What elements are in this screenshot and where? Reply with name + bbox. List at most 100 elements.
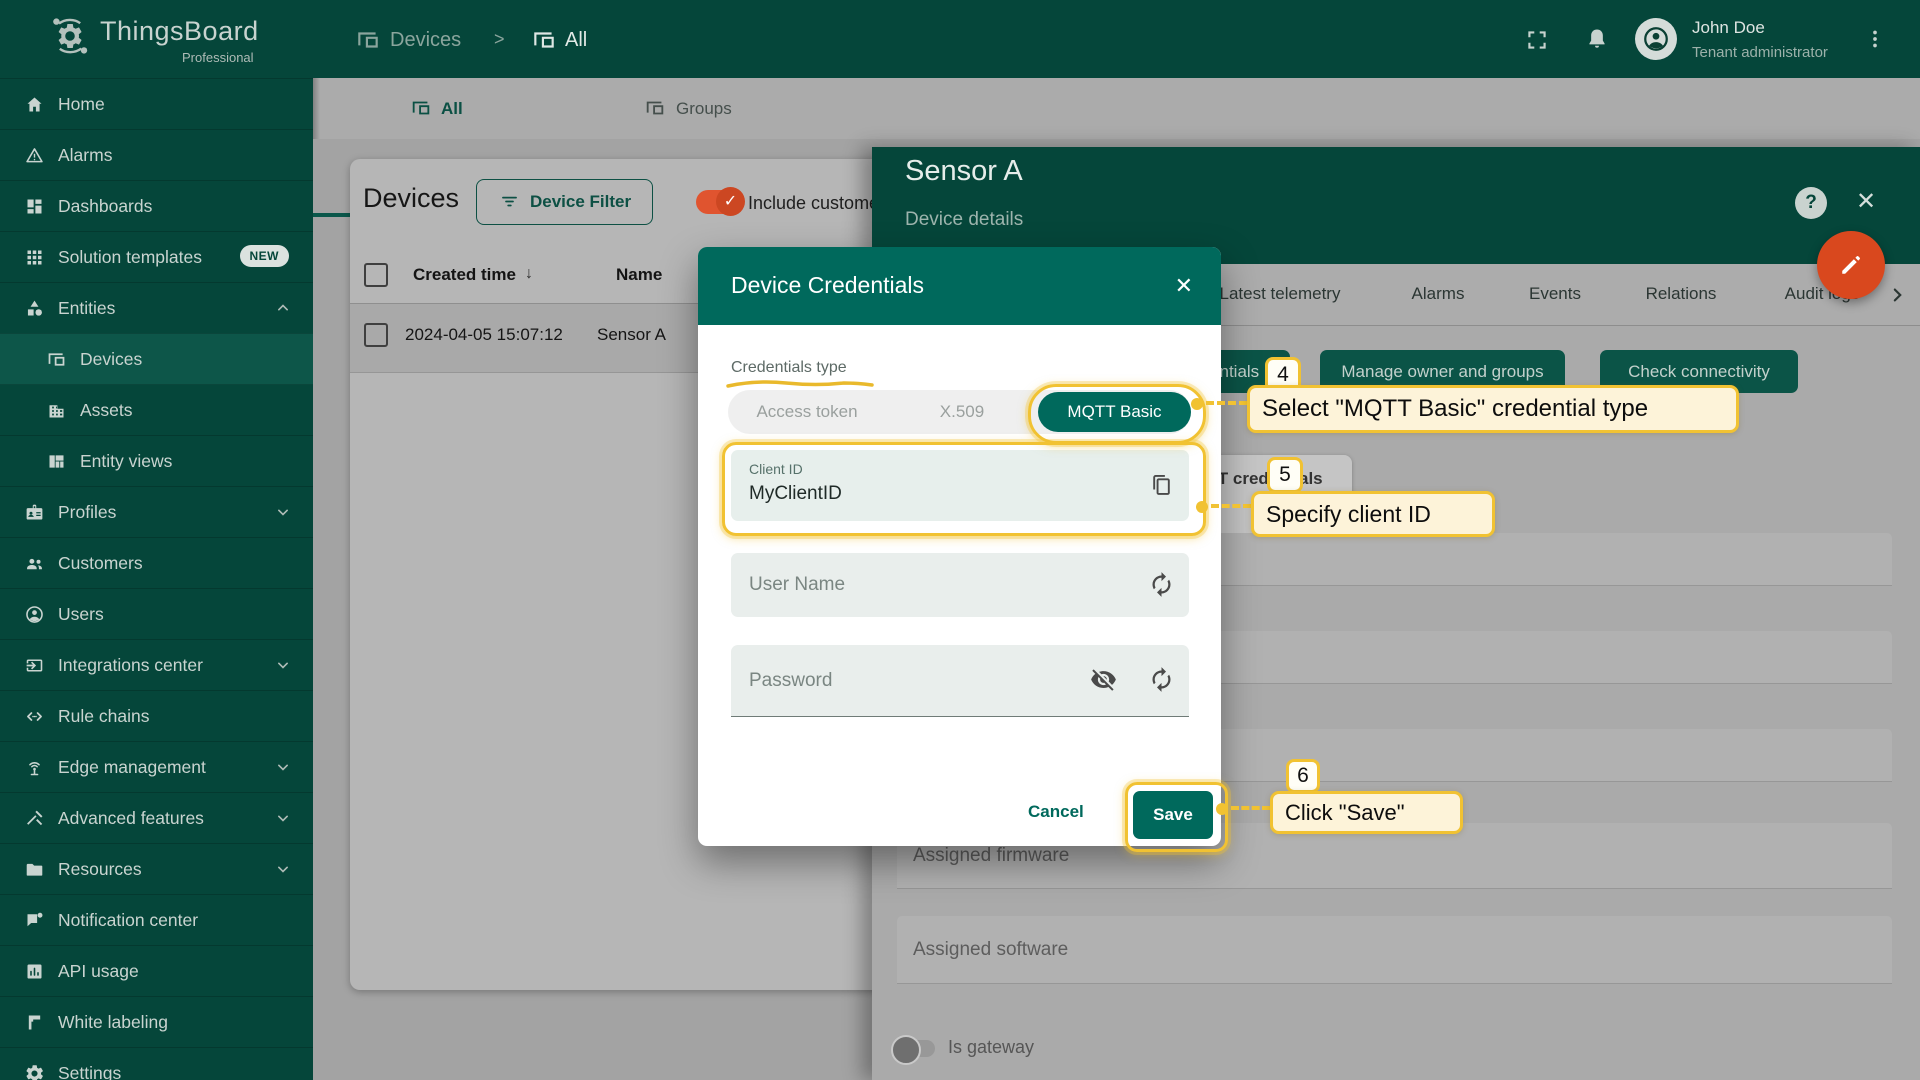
shapes-icon: [24, 298, 45, 319]
sidebar-item-users[interactable]: Users: [0, 588, 313, 640]
field-label: Assigned firmware: [913, 845, 1069, 867]
sidebar-item-alarms[interactable]: Alarms: [0, 129, 313, 181]
avatar[interactable]: [1635, 18, 1677, 60]
sidebar-item-entities[interactable]: Entities: [0, 282, 313, 334]
client-id-input[interactable]: [749, 483, 1129, 505]
dashboard-icon: [24, 196, 45, 217]
bell-icon[interactable]: [1584, 26, 1610, 52]
more-vert-icon[interactable]: [1862, 26, 1888, 52]
breadcrumb-all[interactable]: All: [565, 29, 587, 52]
select-all-checkbox[interactable]: [364, 263, 388, 287]
chevron-down-icon: [273, 757, 293, 777]
chevron-down-icon: [273, 655, 293, 675]
sidebar-item-resources[interactable]: Resources: [0, 843, 313, 895]
save-button[interactable]: Save: [1133, 791, 1213, 839]
sidebar-item-entity-views[interactable]: Entity views: [0, 435, 313, 487]
home-icon: [24, 94, 45, 115]
dialog-header: Device Credentials ✕: [698, 247, 1221, 325]
panel-tab-events[interactable]: Events: [1529, 284, 1581, 304]
breadcrumb-devices[interactable]: Devices: [390, 29, 461, 52]
quilt-icon: [46, 451, 67, 472]
sidebar-item-dashboards[interactable]: Dashboards: [0, 180, 313, 232]
row-checkbox[interactable]: [364, 323, 388, 347]
sidebar-item-label: Entity views: [80, 451, 172, 472]
assigned-software-field[interactable]: Assigned software: [897, 916, 1892, 984]
device-filter-button[interactable]: Device Filter: [476, 179, 653, 225]
username-field[interactable]: [731, 553, 1189, 617]
notification-icon: [24, 910, 45, 931]
credential-type-access-token[interactable]: Access token: [728, 390, 886, 434]
folder-icon: [24, 859, 45, 880]
refresh-icon[interactable]: [1148, 571, 1175, 598]
sidebar-item-integrations-center[interactable]: Integrations center: [0, 639, 313, 691]
client-id-field[interactable]: Client ID: [731, 450, 1189, 521]
cancel-button[interactable]: Cancel: [1028, 802, 1084, 822]
sidebar-item-label: Profiles: [58, 502, 116, 523]
people-icon: [24, 553, 45, 574]
sidebar-item-solution-templates[interactable]: Solution templatesNEW: [0, 231, 313, 283]
sidebar-item-customers[interactable]: Customers: [0, 537, 313, 589]
chevron-down-icon: [273, 808, 293, 828]
sidebar-item-label: Advanced features: [58, 808, 204, 829]
eye-off-icon[interactable]: [1090, 666, 1117, 693]
is-gateway-toggle-thumb[interactable]: [891, 1035, 921, 1065]
devices-card-title: Devices: [363, 183, 459, 214]
username-input[interactable]: [749, 553, 1079, 617]
input-icon: [24, 655, 45, 676]
column-name[interactable]: Name: [616, 265, 662, 285]
sidebar-item-settings[interactable]: Settings: [0, 1047, 313, 1080]
device-filter-label: Device Filter: [530, 192, 631, 212]
tab-all[interactable]: All: [313, 78, 564, 139]
sidebar-item-white-labeling[interactable]: White labeling: [0, 996, 313, 1048]
badge-icon: [24, 502, 45, 523]
sidebar-item-devices[interactable]: Devices: [0, 333, 313, 385]
chevron-right-icon[interactable]: [1884, 282, 1910, 308]
sidebar-item-rule-chains[interactable]: Rule chains: [0, 690, 313, 742]
tab-all-label: All: [441, 99, 463, 119]
cell-created-time: 2024-04-05 15:07:12: [405, 325, 563, 345]
client-id-label: Client ID: [749, 461, 803, 477]
close-icon[interactable]: ✕: [1856, 187, 1876, 216]
panel-tab-relations[interactable]: Relations: [1646, 284, 1717, 304]
credential-type-x-509[interactable]: X.509: [886, 390, 1038, 434]
sidebar-item-home[interactable]: Home: [0, 78, 313, 130]
sidebar-item-api-usage[interactable]: API usage: [0, 945, 313, 997]
sidebar-item-label: Devices: [80, 349, 142, 370]
sidebar-item-label: Assets: [80, 400, 133, 421]
sidebar-item-assets[interactable]: Assets: [0, 384, 313, 436]
check-connectivity-button[interactable]: Check connectivity: [1600, 350, 1798, 393]
panel-tab-latest-telemetry[interactable]: Latest telemetry: [1220, 284, 1341, 304]
panel-tab-alarms[interactable]: Alarms: [1412, 284, 1465, 304]
password-field[interactable]: [731, 645, 1189, 717]
help-icon[interactable]: ?: [1795, 187, 1827, 219]
sidebar-item-label: Entities: [58, 298, 115, 319]
tab-groups-label: Groups: [676, 99, 732, 119]
credential-type-mqtt-basic[interactable]: MQTT Basic: [1038, 392, 1191, 432]
paint-icon: [24, 1012, 45, 1033]
sidebar-item-profiles[interactable]: Profiles: [0, 486, 313, 538]
antenna-icon: [24, 757, 45, 778]
chart-icon: [24, 961, 45, 982]
sidebar-item-notification-center[interactable]: Notification center: [0, 894, 313, 946]
devices-icon: [531, 27, 557, 53]
fullscreen-icon[interactable]: [1524, 27, 1550, 53]
refresh-icon[interactable]: [1148, 666, 1175, 693]
entity-tab-bar: All Groups: [313, 78, 1920, 139]
close-icon[interactable]: ✕: [1175, 273, 1193, 299]
sidebar-item-advanced-features[interactable]: Advanced features: [0, 792, 313, 844]
include-customer-toggle-thumb[interactable]: ✓: [716, 187, 745, 216]
edit-fab-button[interactable]: [1817, 231, 1885, 299]
copy-icon[interactable]: [1148, 472, 1175, 499]
sidebar-item-edge-management[interactable]: Edge management: [0, 741, 313, 793]
password-input[interactable]: [749, 645, 1079, 716]
tab-groups[interactable]: Groups: [564, 78, 815, 139]
tools-icon: [24, 808, 45, 829]
pencil-icon: [1836, 250, 1866, 280]
sidebar-item-label: Home: [58, 94, 105, 115]
sort-arrow-icon[interactable]: ↓: [525, 265, 533, 283]
manage-owner-and-groups-button[interactable]: Manage owner and groups: [1320, 350, 1565, 393]
column-created-time[interactable]: Created time: [413, 265, 516, 285]
sidebar: ThingsBoard Professional HomeAlarmsDashb…: [0, 0, 313, 1080]
chevron-down-icon: [273, 859, 293, 879]
person-icon: [24, 604, 45, 625]
